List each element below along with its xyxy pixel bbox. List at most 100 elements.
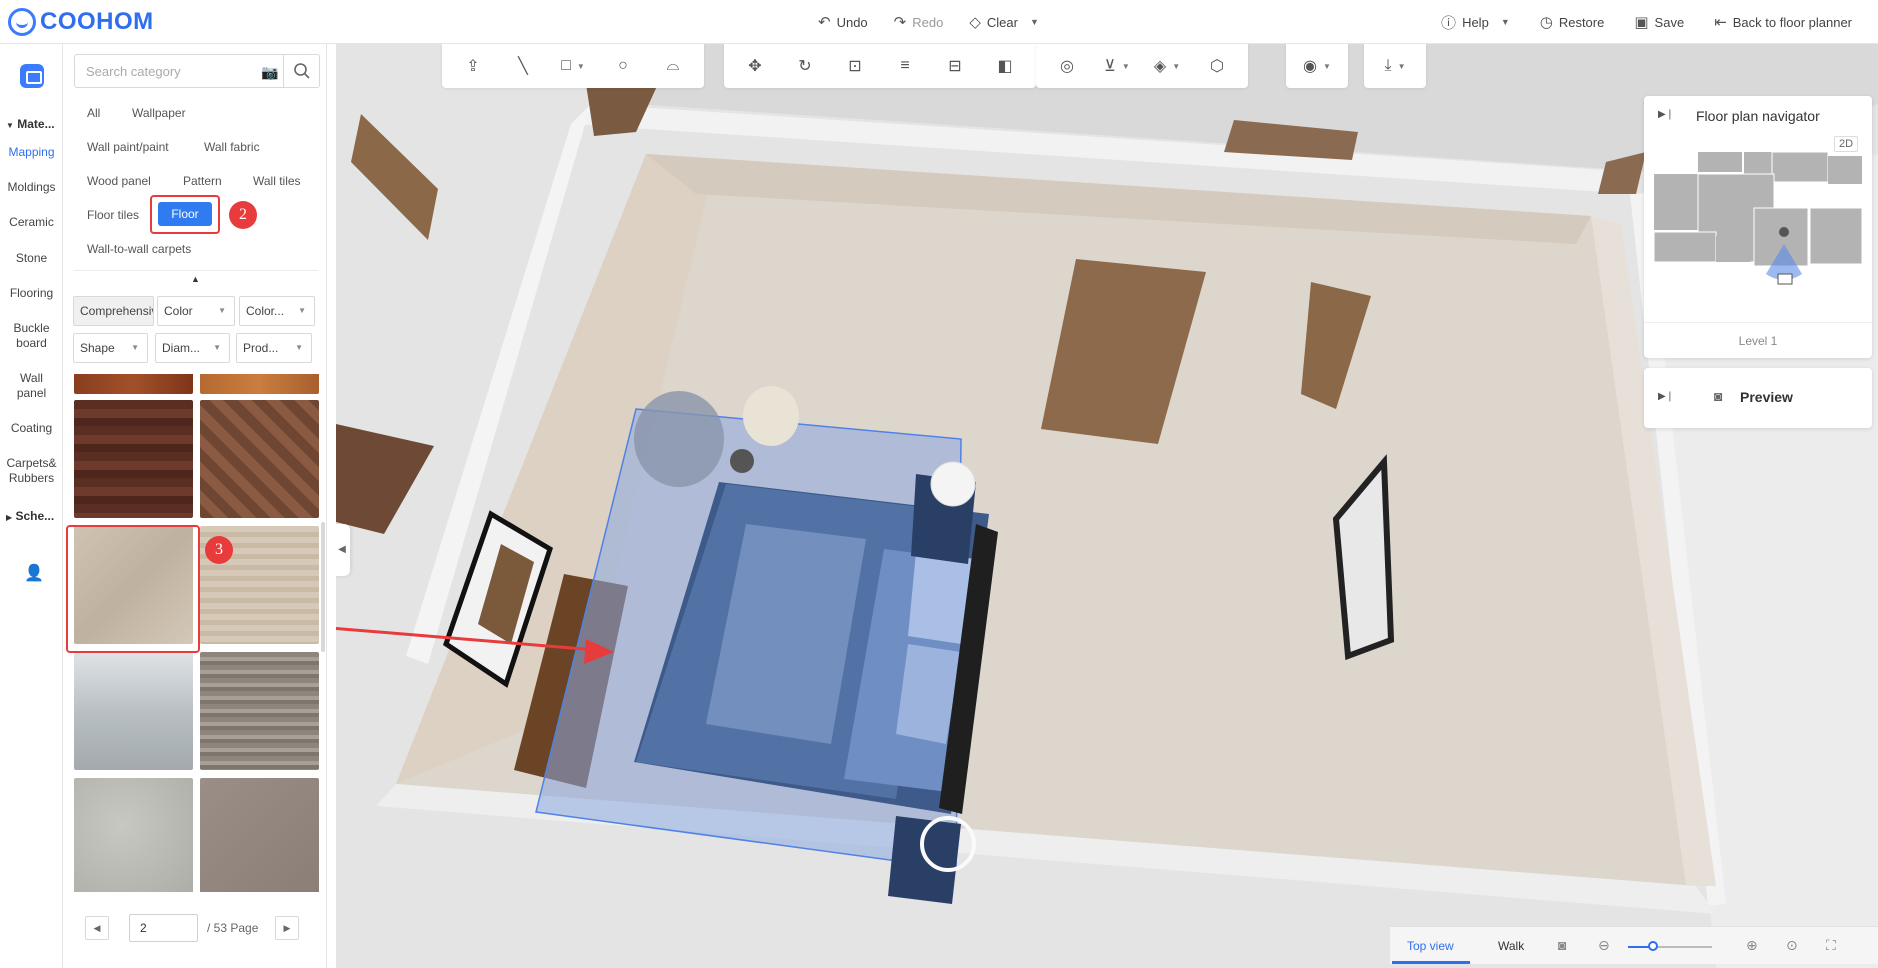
rail-item-moldings[interactable]: Moldings: [0, 180, 63, 195]
material-thumb[interactable]: [200, 400, 319, 518]
filter-diameter[interactable]: Diam... ▼: [155, 333, 230, 363]
save-label: Save: [1654, 14, 1685, 30]
rail-item-carpets-rubbers[interactable]: Carpets& Rubbers: [0, 456, 63, 486]
material-thumb[interactable]: [200, 652, 319, 770]
align-tool-icon[interactable]: ≡: [880, 44, 930, 88]
line-tool-icon[interactable]: ╲: [498, 44, 548, 88]
collapse-up-icon[interactable]: ▲: [191, 274, 200, 284]
rail-section-schemes[interactable]: ▶ Sche...: [6, 509, 54, 523]
split-tool-icon[interactable]: ⊟: [930, 44, 980, 88]
zoom-fit-icon[interactable]: ⊙: [1786, 937, 1798, 954]
tab-walk[interactable]: Walk: [1498, 939, 1524, 953]
material-thumb[interactable]: [200, 778, 319, 892]
category-pattern[interactable]: Pattern: [183, 174, 222, 188]
filter-comprehensive[interactable]: Comprehensive: [73, 296, 154, 326]
expand-toggle-icon[interactable]: ▶❘: [1658, 391, 1674, 402]
zoom-in-icon[interactable]: ⊕: [1746, 937, 1758, 954]
category-floor-tiles[interactable]: Floor tiles: [87, 208, 139, 222]
page-input-wrap: [129, 914, 198, 942]
material-thumb[interactable]: [74, 778, 193, 892]
fullscreen-icon[interactable]: ⛶: [1826, 937, 1836, 954]
paint-tool-icon[interactable]: ◈ ▼: [1142, 44, 1192, 88]
rectangle-tool-icon[interactable]: □ ▼: [548, 44, 598, 88]
frame-tool-icon[interactable]: ⊡: [830, 44, 880, 88]
save-button[interactable]: ▣ Save: [1634, 13, 1684, 31]
filter-product[interactable]: Prod... ▼: [236, 333, 312, 363]
clear-button[interactable]: ◇ Clear ▼: [969, 13, 1039, 31]
toolbar-view: ◎ ⊻ ▼ ◈ ▼ ⬡: [1036, 44, 1248, 88]
camera-search-icon[interactable]: 📷: [261, 64, 278, 81]
search-button[interactable]: [283, 55, 319, 87]
rail-item-ceramic[interactable]: Ceramic: [0, 215, 63, 230]
rail-section-materials[interactable]: ▼ Mate...: [6, 117, 55, 131]
undo-label: Undo: [836, 14, 868, 30]
circle-tool-icon[interactable]: ○: [598, 44, 648, 88]
triangle-right-icon: ▶: [6, 513, 13, 522]
back-to-floor-planner-button[interactable]: ⇤ Back to floor planner: [1714, 13, 1852, 31]
undo-button[interactable]: ↶ Undo: [818, 13, 868, 31]
rail-item-coating[interactable]: Coating: [0, 421, 63, 436]
download-icon[interactable]: ⤓ ▼: [1370, 44, 1420, 88]
layout-tool-icon[interactable]: ⊻ ▼: [1092, 44, 1142, 88]
next-page-button[interactable]: ▶: [275, 916, 299, 940]
collapse-panel-handle[interactable]: ◀: [336, 524, 350, 576]
restore-button[interactable]: ◷ Restore: [1540, 13, 1605, 31]
eraser-icon: ◇: [969, 14, 981, 31]
material-thumb[interactable]: [74, 400, 193, 518]
step-badge-3: 3: [205, 536, 233, 564]
arc-tool-icon[interactable]: ⌓: [648, 44, 698, 88]
user-icon[interactable]: 👤: [24, 563, 44, 583]
exit-icon: ⇤: [1714, 14, 1727, 31]
logo[interactable]: COOHOM: [8, 8, 154, 36]
zoom-slider-handle[interactable]: [1648, 941, 1659, 951]
category-wall-fabric[interactable]: Wall fabric: [204, 140, 260, 154]
rail-item-wall-panel[interactable]: Wall panel: [0, 371, 63, 401]
category-wall-to-wall-carpets[interactable]: Wall-to-wall carpets: [87, 242, 191, 256]
material-thumb[interactable]: [74, 374, 193, 394]
triangle-down-icon: ▼: [6, 121, 14, 130]
filter-color[interactable]: Color ▼: [157, 296, 235, 326]
cube-tool-icon[interactable]: ⬡: [1192, 44, 1242, 88]
material-thumb[interactable]: [74, 652, 193, 770]
active-tab-indicator: [1392, 961, 1470, 964]
help-button[interactable]: ⓘ Help ▼: [1441, 12, 1510, 33]
floor-plan-minimap[interactable]: [1644, 96, 1872, 322]
category-wood-panel[interactable]: Wood panel: [87, 174, 151, 188]
pattern-tool-icon[interactable]: ◧: [980, 44, 1030, 88]
rail-item-stone[interactable]: Stone: [0, 251, 63, 266]
category-all[interactable]: All: [87, 106, 100, 120]
redo-button[interactable]: ↷ Redo: [894, 13, 944, 31]
upload-icon[interactable]: ⇪: [448, 44, 498, 88]
eye-icon[interactable]: ◉ ▼: [1292, 44, 1342, 88]
brand-name: COOHOM: [40, 8, 154, 35]
filter-color-2[interactable]: Color... ▼: [239, 296, 315, 326]
scrollbar[interactable]: [321, 522, 325, 652]
rail-item-flooring[interactable]: Flooring: [0, 286, 63, 301]
rotate-tool-icon[interactable]: ↻: [780, 44, 830, 88]
preview-panel[interactable]: ▶❘ ◙ Preview: [1644, 368, 1872, 428]
search-icon: [293, 63, 310, 79]
view-target-icon[interactable]: ◎: [1042, 44, 1092, 88]
toolbar-export: ⤓ ▼: [1364, 44, 1426, 88]
help-label: Help: [1462, 14, 1489, 30]
category-wall-tiles[interactable]: Wall tiles: [253, 174, 301, 188]
rail-item-buckle-board[interactable]: Buckle board: [0, 321, 63, 351]
search-input[interactable]: [75, 56, 245, 86]
move-tool-icon[interactable]: ✥: [730, 44, 780, 88]
screenshot-icon[interactable]: ◙: [1558, 937, 1566, 953]
tab-top-view[interactable]: Top view: [1407, 939, 1454, 953]
zoom-out-icon[interactable]: ⊖: [1598, 937, 1610, 954]
material-thumb[interactable]: [200, 374, 319, 394]
preview-label: Preview: [1740, 389, 1793, 405]
prev-page-button[interactable]: ◀: [85, 916, 109, 940]
divider: [74, 270, 318, 271]
rail-item-mapping[interactable]: Mapping: [0, 145, 63, 160]
filter-shape[interactable]: Shape ▼: [73, 333, 148, 363]
page-input[interactable]: [129, 914, 198, 942]
materials-tab-icon[interactable]: [20, 64, 44, 88]
level-label[interactable]: Level 1: [1644, 334, 1872, 348]
floor-plan-navigator: ▶❘ Floor plan navigator 2D Level 1: [1644, 96, 1872, 358]
toolbar-draw: ⇪ ╲ □ ▼ ○ ⌓: [442, 44, 704, 88]
category-wallpaper[interactable]: Wallpaper: [132, 106, 186, 120]
category-wall-paint[interactable]: Wall paint/paint: [87, 140, 169, 154]
